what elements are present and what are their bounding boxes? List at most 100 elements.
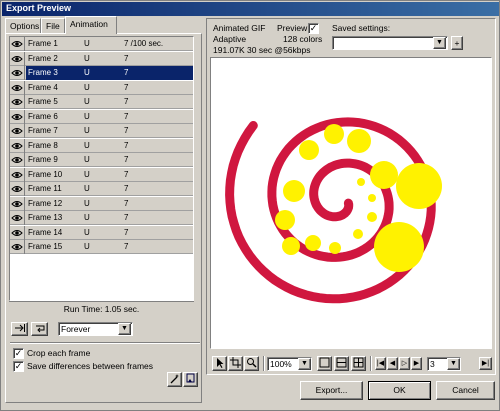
frame-name: Frame 8: [28, 140, 58, 150]
eye-icon[interactable]: [10, 109, 25, 124]
frame-row[interactable]: Frame 6 U 7: [10, 109, 193, 124]
eye-icon[interactable]: [10, 51, 25, 66]
frame-name: Frame 14: [28, 227, 63, 237]
frame-row[interactable]: Frame 9 U 7: [10, 153, 193, 167]
toolbar-divider: [370, 356, 372, 371]
save-differences-label: Save differences between frames: [27, 361, 153, 371]
last-frame-icon: ▶|: [481, 360, 490, 367]
cancel-button[interactable]: Cancel: [436, 381, 495, 400]
eye-icon[interactable]: [10, 37, 25, 51]
next-icon: ▶: [413, 360, 420, 367]
eye-icon[interactable]: [10, 182, 25, 196]
next-frame-button[interactable]: ▶: [411, 357, 422, 370]
eye-icon[interactable]: [10, 167, 25, 182]
magnifier-icon: [247, 358, 257, 368]
previous-frame-button[interactable]: ◀: [387, 357, 398, 370]
loop-arrows-icon: [35, 325, 44, 333]
frame-row[interactable]: Frame 7 U 7: [10, 124, 193, 138]
zoom-tool-button[interactable]: [244, 356, 259, 371]
frame-number-select[interactable]: 3 ▼: [427, 357, 461, 371]
crop-tool-button[interactable]: [228, 356, 243, 371]
frame-name: Frame 12: [28, 198, 63, 208]
tab-options[interactable]: Options: [5, 18, 41, 33]
frame-name: Frame 6: [28, 111, 58, 121]
frame-row[interactable]: Frame 15 U 7: [10, 240, 193, 254]
dot-left-lower: [275, 210, 295, 230]
ok-button[interactable]: OK: [368, 381, 431, 400]
chevron-down-icon[interactable]: ▼: [298, 358, 311, 370]
frame-row[interactable]: Frame 3 U 7: [10, 66, 193, 80]
frame-row[interactable]: Frame 1 U 7 /100 sec.: [10, 37, 193, 51]
frame-row[interactable]: Frame 8 U 7: [10, 138, 193, 153]
tab-file[interactable]: File: [41, 18, 65, 33]
previous-icon: ◀: [389, 360, 396, 367]
crop-icon: [230, 357, 241, 368]
zoom-select[interactable]: 100% ▼: [267, 357, 312, 371]
frame-row[interactable]: Frame 5 U 7: [10, 95, 193, 109]
crop-each-frame-label: Crop each frame: [27, 348, 91, 358]
frame-disposal: U: [84, 39, 90, 48]
select-frame-button[interactable]: [183, 372, 198, 387]
chevron-down-icon[interactable]: ▼: [447, 358, 460, 370]
eye-icon[interactable]: [10, 153, 25, 167]
preview-label: Preview: [277, 23, 308, 33]
loop-select[interactable]: Forever ▼: [58, 322, 133, 336]
single-pane-icon: [319, 357, 330, 368]
pointer-arrow-icon: [216, 358, 223, 368]
frame-name: Frame 10: [28, 169, 63, 179]
eye-icon[interactable]: [10, 196, 25, 211]
frame-row[interactable]: Frame 13 U 7: [10, 211, 193, 225]
first-frame-button[interactable]: |◀: [375, 357, 386, 370]
dot-inner-bottom: [353, 229, 363, 239]
frame-delay: 7: [124, 82, 129, 92]
frame-delay: 7: [124, 227, 129, 237]
frame-row[interactable]: Frame 2 U 7: [10, 51, 193, 66]
eye-icon[interactable]: [10, 66, 25, 80]
frame-disposal: U: [84, 184, 90, 193]
two-pane-icon: [336, 357, 347, 368]
frame-disposal: U: [84, 126, 90, 135]
eye-icon[interactable]: [10, 211, 25, 225]
frame-disposal: U: [84, 169, 90, 179]
palette-label: Adaptive: [213, 34, 247, 44]
view-four-up-button[interactable]: [351, 356, 366, 371]
frame-row[interactable]: Frame 14 U 7: [10, 225, 193, 240]
distribute-frames-button[interactable]: [11, 322, 28, 336]
eye-icon[interactable]: [10, 240, 25, 254]
eye-icon[interactable]: [10, 225, 25, 240]
eye-icon[interactable]: [10, 124, 25, 138]
dot-top: [347, 129, 371, 153]
frame-name: Frame 1: [28, 39, 58, 48]
last-frame-button[interactable]: ▶|: [479, 357, 492, 370]
frame-row[interactable]: Frame 4 U 7: [10, 80, 193, 95]
tab-animation[interactable]: Animation: [65, 16, 117, 34]
export-preview-dialog: Export Preview Options File Animation 7 …: [0, 0, 500, 411]
play-button[interactable]: ▷: [399, 357, 410, 370]
chevron-down-icon[interactable]: ▼: [433, 37, 446, 49]
frame-name: Frame 11: [28, 184, 62, 193]
preview-checkbox[interactable]: ✓: [308, 23, 319, 34]
eye-icon[interactable]: [10, 138, 25, 153]
eye-icon[interactable]: [10, 95, 25, 109]
export-button[interactable]: Export...: [300, 381, 363, 400]
frame-delay: 7: [124, 242, 129, 251]
frame-disposal: U: [84, 242, 90, 251]
crop-each-frame-checkbox[interactable]: ✓: [13, 348, 24, 359]
dot-left-upper: [299, 140, 319, 160]
playback-loop-button[interactable]: [31, 322, 48, 336]
pointer-tool-button[interactable]: [212, 356, 227, 371]
view-two-up-button[interactable]: [334, 356, 349, 371]
chevron-down-icon[interactable]: ▼: [118, 323, 131, 335]
window-title: Export Preview: [2, 2, 499, 16]
save-differences-checkbox[interactable]: ✓: [13, 361, 24, 372]
add-setting-button[interactable]: +: [451, 36, 463, 50]
saved-settings-select[interactable]: ▼: [332, 36, 448, 50]
frame-disposal: U: [84, 111, 90, 121]
frame-row[interactable]: Frame 10 U 7: [10, 167, 193, 182]
view-single-button[interactable]: [317, 356, 332, 371]
frame-row[interactable]: Frame 12 U 7: [10, 196, 193, 211]
magic-wand-button[interactable]: [167, 372, 182, 387]
saved-settings-label: Saved settings:: [332, 23, 391, 33]
eye-icon[interactable]: [10, 80, 25, 95]
frame-row[interactable]: Frame 11 U 7: [10, 182, 193, 196]
